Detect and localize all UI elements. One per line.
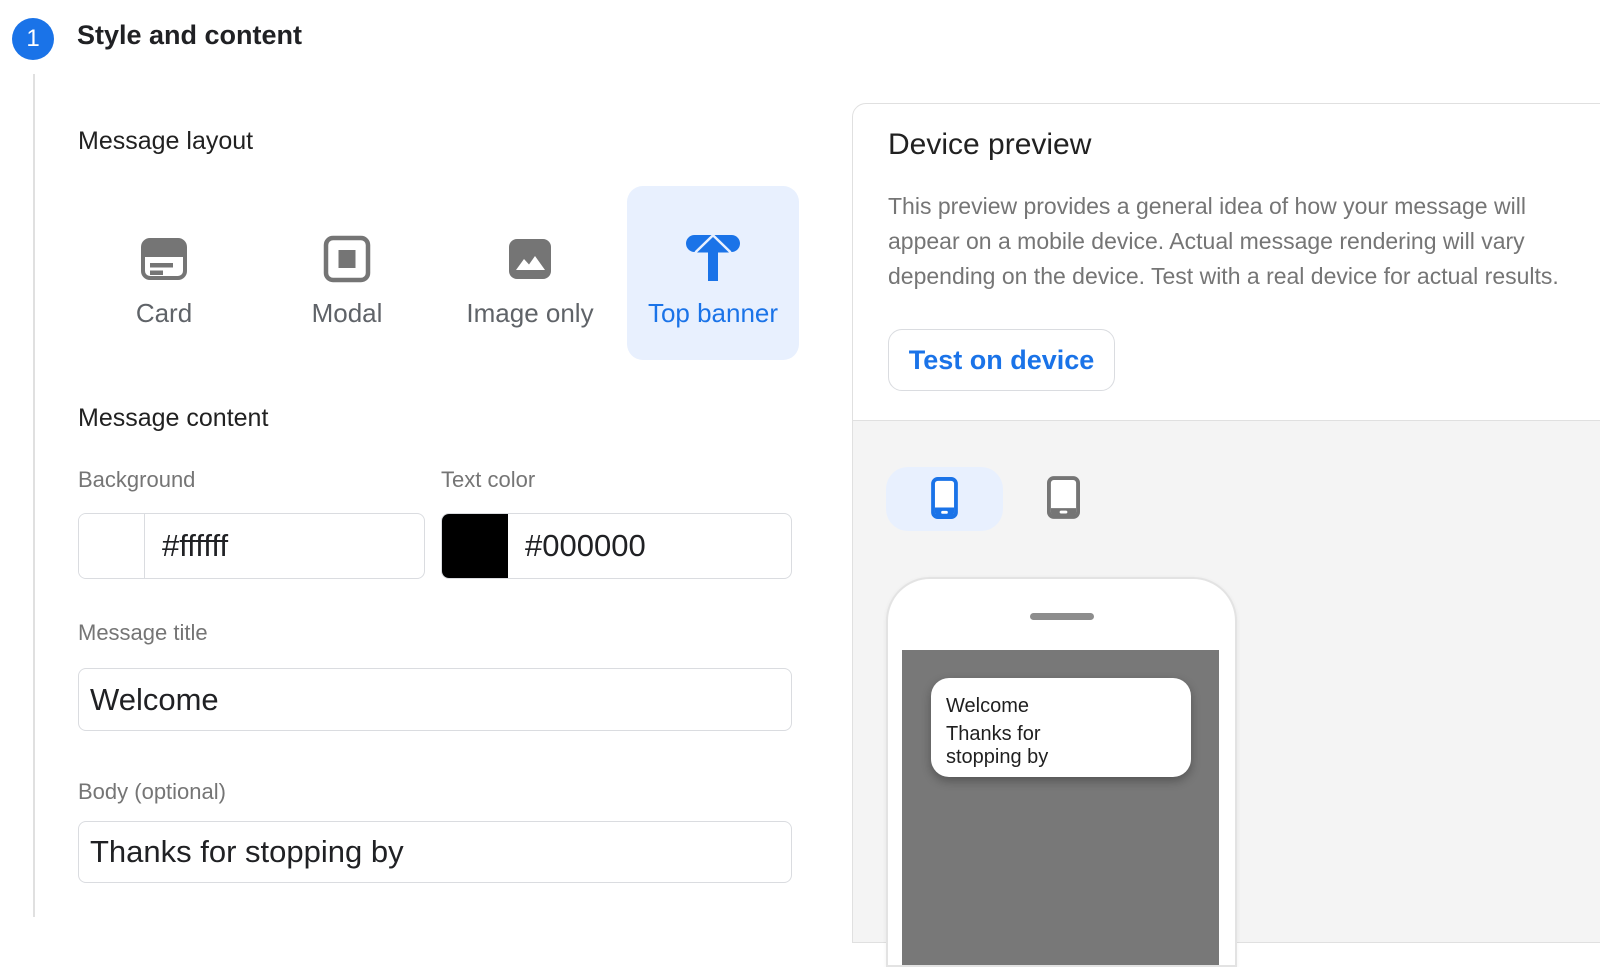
message-layout-options: Card Modal Image only Top banner <box>78 186 799 360</box>
message-title-label: Message title <box>78 620 208 646</box>
description-line: appear on a mobile device. Actual messag… <box>888 224 1559 259</box>
image-only-layout-icon <box>504 230 556 288</box>
step-connector-line <box>33 74 35 917</box>
phone-mode-button[interactable] <box>886 467 1003 531</box>
layout-option-label: Card <box>136 298 192 329</box>
text-color-label: Text color <box>441 467 535 493</box>
message-layout-heading: Message layout <box>78 127 253 156</box>
layout-option-label: Modal <box>312 298 383 329</box>
phone-mockup: Welcome Thanks for stopping by <box>886 577 1237 967</box>
test-on-device-button[interactable]: Test on device <box>888 329 1115 391</box>
layout-option-modal[interactable]: Modal <box>261 186 433 360</box>
body-input[interactable] <box>78 821 792 883</box>
description-line: This preview provides a general idea of … <box>888 189 1559 224</box>
device-preview-panel: Device preview This preview provides a g… <box>852 103 1600 943</box>
layout-option-card[interactable]: Card <box>78 186 250 360</box>
body-label: Body (optional) <box>78 779 226 805</box>
card-layout-icon <box>138 230 190 288</box>
layout-option-top-banner[interactable]: Top banner <box>627 186 799 360</box>
text-color-input[interactable] <box>508 514 791 578</box>
text-color-field <box>441 513 792 579</box>
page-title: Style and content <box>77 20 302 51</box>
preview-message-body: Thanks for stopping by <box>946 723 1106 769</box>
background-color-field <box>78 513 425 579</box>
tablet-icon <box>1047 476 1080 522</box>
preview-message-title: Welcome <box>946 694 1191 718</box>
background-color-swatch[interactable] <box>79 514 145 578</box>
preview-banner-message: Welcome Thanks for stopping by <box>931 678 1191 777</box>
background-label: Background <box>78 467 195 493</box>
phone-icon <box>931 477 958 522</box>
description-line: depending on the device. Test with a rea… <box>888 259 1559 294</box>
text-color-swatch[interactable] <box>442 514 508 578</box>
device-preview-stage: Welcome Thanks for stopping by <box>853 420 1600 942</box>
message-content-heading: Message content <box>78 404 268 433</box>
phone-screen: Welcome Thanks for stopping by <box>902 650 1219 965</box>
phone-speaker-bar <box>1030 613 1094 620</box>
modal-layout-icon <box>321 230 373 288</box>
layout-option-label: Image only <box>466 298 593 329</box>
background-color-input[interactable] <box>145 514 424 578</box>
top-banner-layout-icon <box>685 230 741 288</box>
step-number-badge: 1 <box>12 18 54 60</box>
device-preview-description: This preview provides a general idea of … <box>888 189 1559 294</box>
device-preview-heading: Device preview <box>888 128 1091 162</box>
layout-option-image-only[interactable]: Image only <box>444 186 616 360</box>
layout-option-label: Top banner <box>648 298 778 329</box>
tablet-mode-button[interactable] <box>1013 467 1113 531</box>
message-title-input[interactable] <box>78 668 792 731</box>
